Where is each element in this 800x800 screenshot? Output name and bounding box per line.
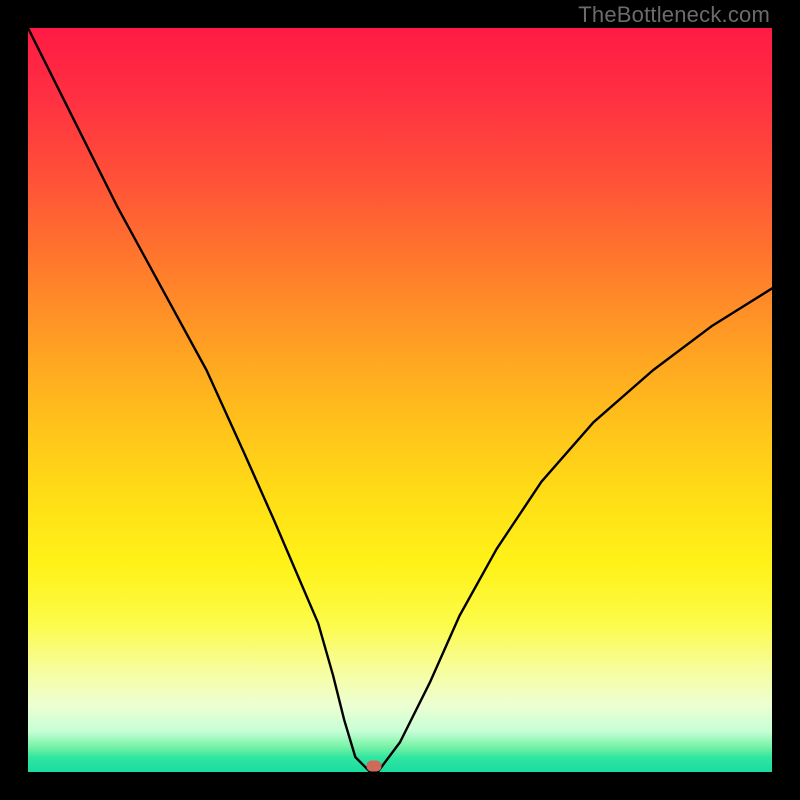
chart-frame: TheBottleneck.com — [0, 0, 800, 800]
plot-area — [28, 28, 772, 772]
minimum-marker — [366, 761, 381, 772]
watermark-text: TheBottleneck.com — [578, 2, 770, 28]
bottleneck-curve — [28, 28, 772, 772]
